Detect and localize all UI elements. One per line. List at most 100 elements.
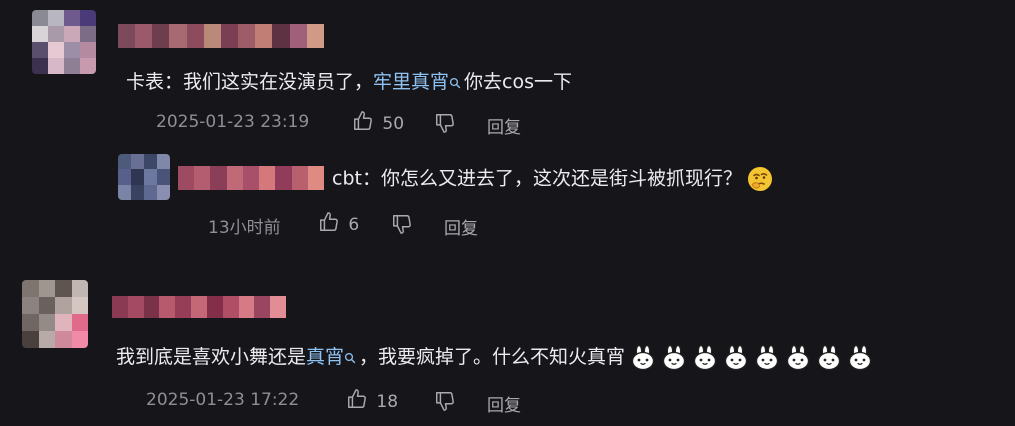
comment-3-like-button[interactable]: 18	[346, 388, 398, 415]
comment-2-dislike-button[interactable]	[391, 213, 413, 239]
mosaic-block	[32, 26, 48, 42]
mosaic-block	[55, 331, 72, 348]
mosaic-block	[22, 280, 39, 297]
comment-3-timestamp: 2025-01-23 17:22	[146, 390, 300, 410]
mosaic-block	[191, 296, 207, 318]
mosaic-block	[80, 26, 96, 42]
comment-1-like-button[interactable]: 50	[352, 110, 404, 137]
mosaic-block	[275, 166, 292, 190]
mosaic-block	[135, 24, 153, 48]
mosaic-block	[48, 26, 64, 42]
thumbs-up-icon	[346, 388, 368, 415]
username-3-blurred[interactable]	[112, 296, 286, 318]
mosaic-block	[38, 297, 55, 314]
bunny-emoji-icon	[847, 344, 873, 371]
comment-1-reply-button[interactable]: 回复	[487, 113, 521, 138]
mosaic-block	[255, 24, 273, 48]
thumbs-down-icon	[434, 390, 456, 416]
mosaic-block	[71, 297, 88, 314]
mosaic-block	[48, 10, 64, 26]
mosaic-block	[71, 314, 88, 331]
mosaic-block	[222, 296, 239, 318]
thumbs-up-icon	[318, 211, 340, 238]
mosaic-block	[307, 166, 324, 190]
search-icon	[449, 70, 461, 89]
avatar-1[interactable]	[32, 10, 96, 74]
mosaic-block	[210, 166, 227, 190]
comment-1-like-count: 50	[382, 113, 405, 134]
thumbs-down-icon	[391, 213, 413, 239]
mosaic-block	[242, 166, 260, 190]
comment-2-like-count: 6	[348, 214, 360, 235]
mosaic-block	[169, 24, 187, 48]
thumbs-up-icon	[352, 110, 374, 137]
bunny-emoji-icon	[661, 344, 687, 371]
mosaic-block	[144, 154, 157, 170]
bunny-emoji-row	[625, 344, 873, 371]
bunny-emoji-icon	[723, 344, 749, 371]
mosaic-block	[22, 314, 39, 331]
mosaic-block	[157, 169, 170, 185]
mosaic-block	[157, 154, 170, 170]
mosaic-block	[186, 24, 204, 48]
comment-3-reply-button[interactable]: 回复	[487, 391, 521, 416]
mosaic-block	[64, 26, 80, 42]
comment-3-text: 我到底是喜欢小舞还是真宵 ，我要疯掉了。什么不知火真宵	[116, 344, 873, 371]
bunny-emoji-icon	[630, 344, 656, 371]
bunny-emoji-icon	[785, 344, 811, 371]
mosaic-block	[270, 296, 286, 318]
comment-1-mention-link[interactable]: 牢里真宵	[373, 71, 464, 93]
mosaic-block	[144, 184, 157, 200]
mosaic-block	[226, 166, 243, 190]
mosaic-block	[272, 24, 290, 48]
thinking-face-emoji-icon	[746, 165, 774, 193]
comment-1-text: 卡表：我们这实在没演员了，牢里真宵 你去cos一下	[126, 69, 572, 95]
avatar-2[interactable]	[118, 154, 170, 200]
mosaic-block	[238, 24, 256, 48]
mosaic-block	[55, 280, 72, 297]
mosaic-block	[48, 58, 64, 74]
mosaic-block	[178, 166, 195, 190]
mosaic-block	[254, 296, 271, 318]
mosaic-block	[118, 154, 131, 170]
mosaic-block	[55, 314, 72, 331]
mosaic-block	[291, 166, 308, 190]
avatar-3[interactable]	[22, 280, 88, 348]
comment-2-like-button[interactable]: 6	[318, 211, 359, 238]
mosaic-block	[131, 154, 144, 170]
mosaic-block	[289, 24, 307, 48]
comment-2-reply-button[interactable]: 回复	[444, 214, 478, 239]
mosaic-block	[131, 169, 144, 185]
bunny-emoji-icon	[692, 344, 718, 371]
mosaic-block	[206, 296, 223, 318]
bunny-emoji-icon	[816, 344, 842, 371]
mosaic-block	[238, 296, 255, 318]
mosaic-block	[32, 58, 48, 74]
username-2-blurred[interactable]	[178, 166, 324, 190]
mosaic-block	[64, 58, 80, 74]
bunny-emoji-icon	[754, 344, 780, 371]
mosaic-block	[118, 24, 136, 48]
comment-1-dislike-button[interactable]	[434, 112, 456, 138]
mosaic-block	[64, 42, 80, 58]
mosaic-block	[157, 184, 170, 200]
comment-3-suffix: ，我要疯掉了。什么不知火真宵	[359, 346, 626, 368]
mosaic-block	[55, 297, 72, 314]
search-icon	[344, 345, 356, 364]
comment-3-mention-link[interactable]: 真宵	[306, 346, 359, 368]
mosaic-block	[38, 280, 55, 297]
mosaic-block	[259, 166, 276, 190]
mosaic-block	[112, 296, 128, 318]
username-1-blurred[interactable]	[118, 24, 324, 48]
comment-3-mention-label: 真宵	[306, 346, 345, 368]
mosaic-block	[38, 331, 55, 348]
mosaic-block	[175, 296, 192, 318]
comment-1-timestamp: 2025-01-23 23:19	[156, 112, 310, 132]
comment-3-prefix: 我到底是喜欢小舞还是	[116, 346, 307, 368]
mosaic-block	[118, 184, 131, 200]
mosaic-block	[64, 10, 80, 26]
comment-3-dislike-button[interactable]	[434, 390, 456, 416]
mosaic-block	[32, 10, 48, 26]
comment-1-mention-label: 牢里真宵	[373, 71, 450, 93]
mosaic-block	[144, 169, 157, 185]
